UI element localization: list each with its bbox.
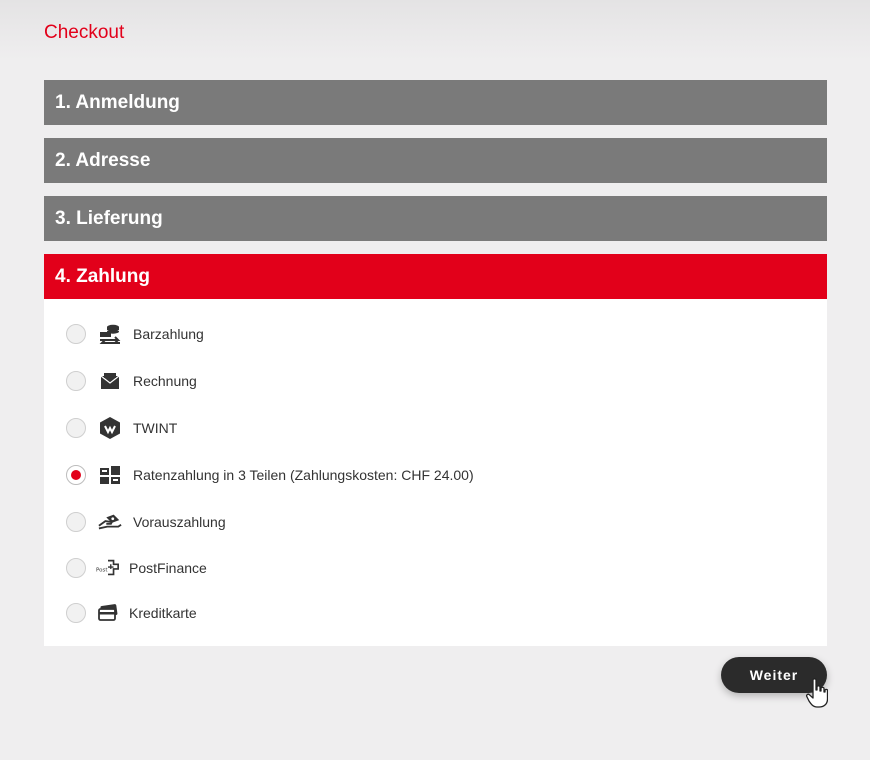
payment-option-barzahlung[interactable]: Barzahlung [66, 321, 204, 347]
header-background [0, 0, 870, 60]
prepayment-hand-icon [98, 510, 122, 534]
payment-option-label: Rechnung [133, 373, 197, 389]
payment-option-label: PostFinance [129, 560, 207, 576]
payment-option-label: Kreditkarte [129, 605, 197, 621]
step-adresse[interactable]: 2. Adresse [44, 138, 827, 183]
radio-barzahlung[interactable] [66, 324, 86, 344]
radio-rechnung[interactable] [66, 371, 86, 391]
radio-selected-dot [71, 470, 81, 480]
twint-icon [98, 416, 122, 440]
payment-option-vorauszahlung[interactable]: Vorauszahlung [66, 509, 226, 535]
svg-text:Post: Post [96, 568, 108, 574]
page-title: Checkout [44, 22, 125, 43]
radio-kreditkarte[interactable] [66, 603, 86, 623]
payment-option-label: Vorauszahlung [133, 514, 226, 530]
step-lieferung[interactable]: 3. Lieferung [44, 196, 827, 241]
payment-option-ratenzahlung[interactable]: Ratenzahlung in 3 Teilen (Zahlungskosten… [66, 462, 474, 488]
hand-pointer-cursor-icon [806, 678, 828, 708]
radio-vorauszahlung[interactable] [66, 512, 86, 532]
payment-options-panel: Barzahlung Rechnung TWINT Ratenzahlung i… [44, 299, 827, 646]
step-anmeldung[interactable]: 1. Anmeldung [44, 80, 827, 125]
credit-card-icon [96, 601, 120, 625]
payment-option-label: TWINT [133, 420, 178, 436]
cash-coins-icon [98, 322, 122, 346]
payment-option-label: Barzahlung [133, 326, 204, 342]
payment-option-twint[interactable]: TWINT [66, 415, 177, 441]
radio-ratenzahlung[interactable] [66, 465, 86, 485]
postfinance-icon: Post [96, 556, 120, 580]
payment-option-kreditkarte[interactable]: Kreditkarte [66, 600, 197, 626]
payment-option-label: Ratenzahlung in 3 Teilen (Zahlungskosten… [133, 467, 474, 483]
radio-postfinance[interactable] [66, 558, 86, 578]
payment-option-postfinance[interactable]: Post PostFinance [66, 555, 207, 581]
radio-twint[interactable] [66, 418, 86, 438]
payment-option-rechnung[interactable]: Rechnung [66, 368, 197, 394]
installment-icon [98, 463, 122, 487]
step-zahlung[interactable]: 4. Zahlung [44, 254, 827, 299]
envelope-icon [98, 369, 122, 393]
